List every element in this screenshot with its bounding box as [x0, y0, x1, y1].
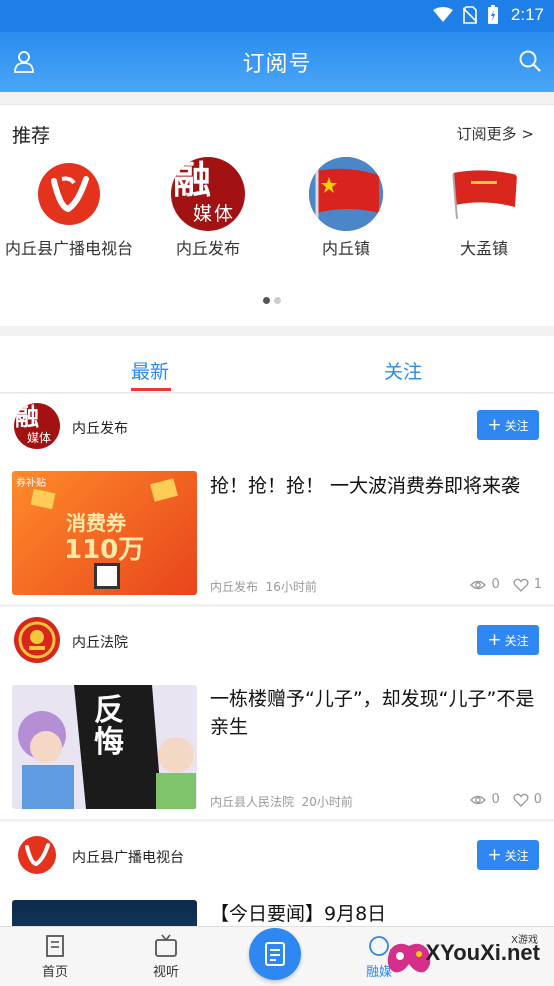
thumb-text-top: 券补贴 — [16, 478, 46, 489]
source-name[interactable]: 内丘法院 — [72, 632, 128, 652]
watermark-brand: XYouXi.net — [425, 940, 541, 965]
recommend-item-label: 内丘镇 — [321, 239, 370, 258]
eye-icon — [470, 580, 487, 589]
follow-button[interactable]: + 关注 — [477, 840, 539, 870]
thumb-text: 反悔 — [94, 693, 124, 760]
article-stats: 0 0 — [470, 792, 542, 807]
logo-text-rong: 融 — [15, 403, 39, 431]
feed-card[interactable]: 内丘法院 + 关注 反悔 一栋楼赠予“儿子”，却发现“儿子”不是亲生 内丘县人民法… — [0, 607, 554, 819]
status-bar: 2:17 — [0, 0, 554, 32]
article-headline[interactable]: 抢！抢！抢！ 一大波消费券即将来袭 — [210, 472, 544, 500]
status-icons: 2:17 — [432, 5, 544, 25]
recommend-item-tv[interactable]: 内丘县广播电视台 — [0, 157, 139, 259]
meta-source: 内丘县人民法院 — [210, 795, 295, 809]
article-headline[interactable]: 一栋楼赠予“儿子”，却发现“儿子”不是亲生 — [210, 685, 544, 741]
plus-icon: + — [487, 844, 502, 865]
source-name[interactable]: 内丘发布 — [72, 418, 128, 438]
view-count: 0 — [491, 577, 500, 592]
wifi-icon — [432, 7, 453, 22]
follow-button[interactable]: + 关注 — [477, 625, 539, 655]
tab-latest[interactable]: 最新 — [131, 357, 169, 384]
tab-active-indicator — [131, 388, 171, 391]
nav-label: 视听 — [152, 965, 179, 980]
feed-tabs: 最新 关注 — [0, 336, 554, 393]
subscribe-more-link[interactable]: 订阅更多 > — [457, 123, 534, 144]
article-headline[interactable]: 【今日要闻】9月8日 — [210, 900, 544, 926]
status-time: 2:17 — [510, 5, 544, 24]
view-count: 0 — [491, 792, 500, 807]
tab-following[interactable]: 关注 — [384, 357, 422, 384]
search-icon[interactable] — [518, 49, 542, 73]
eye-icon — [470, 795, 487, 804]
like-count: 1 — [533, 577, 542, 592]
no-sim-icon — [462, 6, 477, 24]
flag-avatar — [309, 157, 383, 231]
recommend-item-label: 大孟镇 — [459, 239, 508, 258]
recommend-item-label: 内丘发布 — [175, 239, 240, 258]
article-thumbnail[interactable] — [12, 900, 197, 926]
article-thumbnail[interactable]: 券补贴 消费券 110万 — [12, 471, 197, 595]
article-meta: 内丘县人民法院 20小时前 — [210, 793, 353, 810]
home-icon — [46, 935, 64, 957]
nav-home[interactable]: 首页 — [20, 934, 90, 980]
recommend-section: 推荐 订阅更多 > 内丘县广播电视台 融 媒体 内丘发布 内丘镇 大孟镇 — [0, 104, 554, 326]
thumb-text-amount: 110万 — [64, 535, 145, 565]
recommend-item-label: 内丘县广播电视台 — [4, 239, 133, 258]
red-flag-avatar — [447, 157, 521, 231]
like-count: 0 — [533, 792, 542, 807]
watermark-logo: X游戏 XYouXi.net — [384, 930, 550, 982]
coupon-icon — [150, 478, 178, 502]
nav-label: 首页 — [41, 965, 68, 980]
feed-card[interactable]: 融 媒体 内丘发布 + 关注 券补贴 消费券 110万 抢！抢！抢！ 一大波消费券… — [0, 394, 554, 604]
meta-time: 20小时前 — [301, 795, 353, 809]
page-title: 订阅号 — [242, 52, 312, 77]
court-emblem-avatar — [14, 617, 60, 663]
recommend-item-neiqiu-release[interactable]: 融 媒体 内丘发布 — [138, 157, 278, 259]
qr-code-icon — [94, 563, 120, 589]
source-name[interactable]: 内丘县广播电视台 — [72, 847, 184, 867]
plus-icon: + — [487, 629, 502, 650]
battery-icon — [487, 5, 498, 24]
logo-text-rong: 融 — [173, 158, 212, 202]
recommend-title: 推荐 — [12, 125, 51, 147]
rong-media-logo: 融 媒体 — [171, 157, 245, 231]
center-action-button[interactable] — [249, 928, 301, 980]
follow-label: 关注 — [504, 633, 529, 648]
recommend-item-neiqiu-town[interactable]: 内丘镇 — [276, 157, 416, 259]
source-avatar — [14, 832, 60, 878]
coupon-icon — [30, 488, 56, 510]
tv-icon — [155, 934, 177, 957]
meta-source: 内丘发布 — [210, 580, 259, 594]
follow-button[interactable]: + 关注 — [477, 410, 539, 440]
carousel-dot — [274, 297, 281, 304]
carousel-dot-active — [263, 297, 270, 304]
app-header: 订阅号 — [0, 32, 554, 92]
heart-icon[interactable] — [513, 793, 529, 807]
feed-card[interactable]: 内丘县广播电视台 + 关注 【今日要闻】9月8日 — [0, 822, 554, 926]
document-icon — [265, 942, 285, 966]
article-stats: 0 1 — [470, 577, 542, 592]
follow-label: 关注 — [504, 848, 529, 863]
logo-text-media: 媒体 — [193, 203, 236, 225]
carousel-dots — [263, 297, 281, 304]
follow-label: 关注 — [504, 418, 529, 433]
logo-text-media: 媒体 — [27, 431, 52, 445]
nav-video[interactable]: 视听 — [131, 934, 201, 980]
article-thumbnail[interactable]: 反悔 — [12, 685, 197, 809]
article-meta: 内丘发布 16小时前 — [210, 578, 317, 595]
meta-time: 16小时前 — [265, 580, 317, 594]
recommend-item-dameng-town[interactable]: 大孟镇 — [414, 157, 554, 259]
plus-icon: + — [487, 414, 502, 435]
heart-icon[interactable] — [513, 578, 529, 592]
source-avatar: 融 媒体 — [14, 403, 60, 449]
tv-station-logo — [32, 157, 106, 231]
